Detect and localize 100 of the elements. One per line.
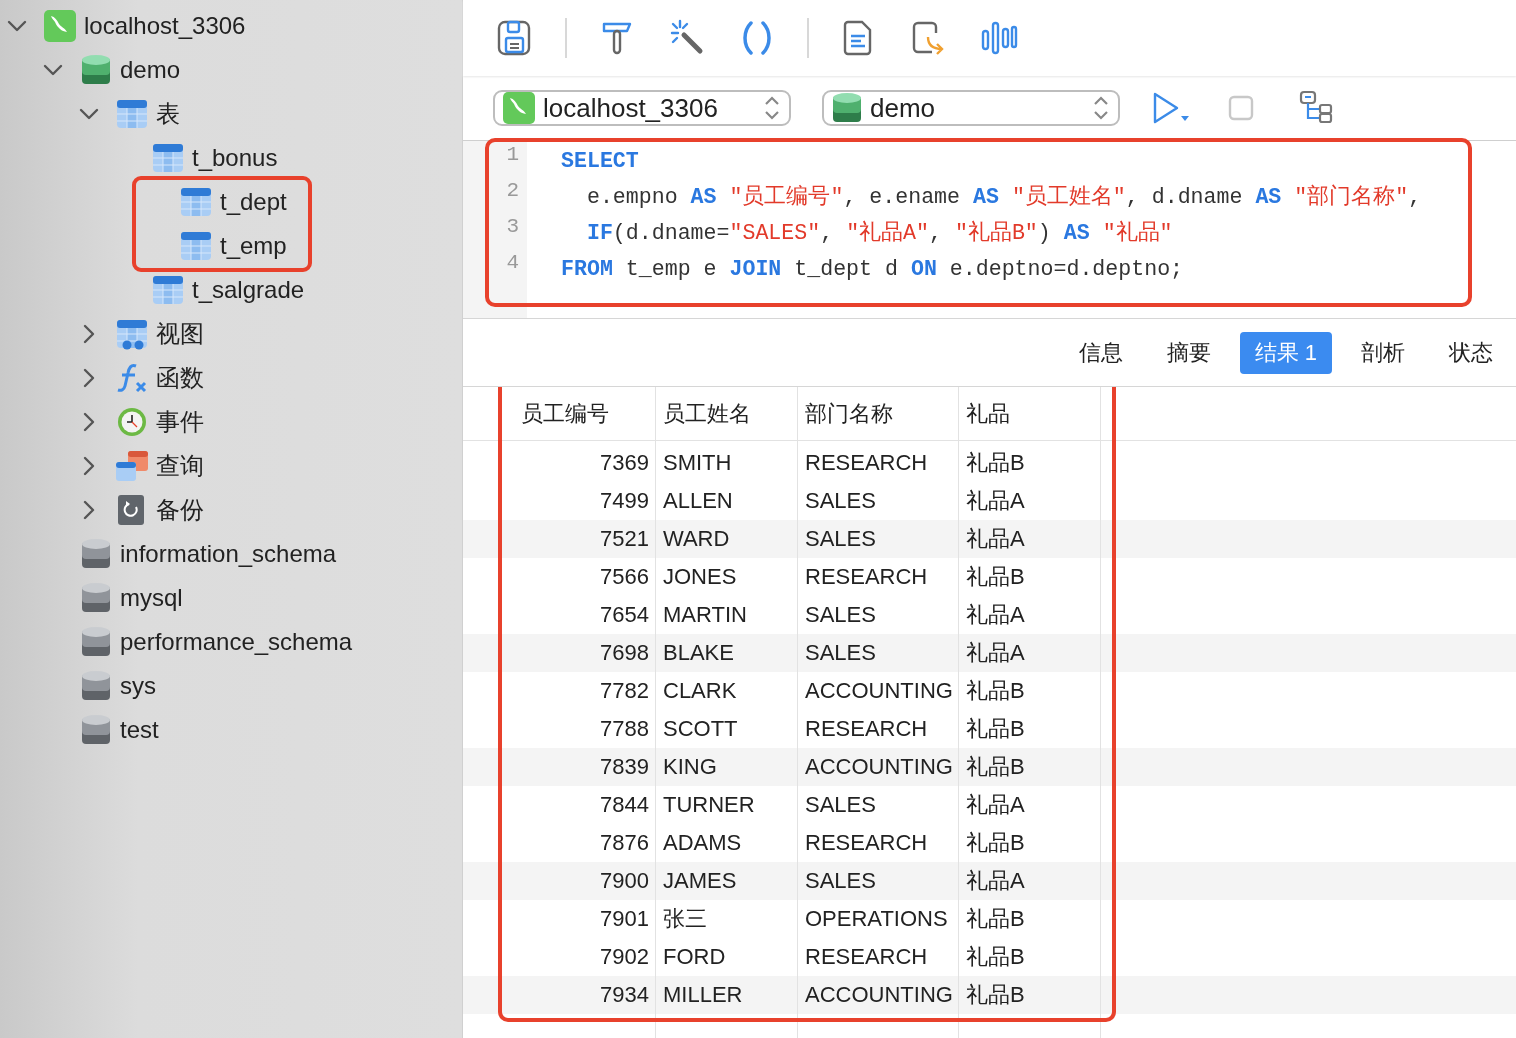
table-cell-text: 7369 bbox=[599, 450, 650, 476]
backup-icon bbox=[118, 494, 146, 526]
tree-item[interactable]: sys bbox=[0, 664, 462, 708]
table-cell-text: 7654 bbox=[599, 602, 650, 628]
table-cell-text: SALES bbox=[804, 640, 877, 666]
result-tab[interactable]: 剖析 bbox=[1346, 331, 1420, 374]
table-cell-text: ACCOUNTING bbox=[804, 678, 954, 704]
table-cell-text: SALES bbox=[804, 602, 877, 628]
bar-chart-icon bbox=[980, 19, 1018, 57]
code-line: e.empno AS "员工编号", e.ename AS "员工姓名", d.dname AS "部门名称", bbox=[585, 183, 1422, 211]
line-number: 2 bbox=[505, 179, 520, 204]
tree-item[interactable]: 表 bbox=[0, 92, 462, 136]
table-cell-text: ACCOUNTING bbox=[804, 982, 954, 1008]
table-cell-text: 礼品B bbox=[965, 677, 1026, 705]
table-cell-text: WARD bbox=[662, 526, 731, 552]
table-cell-text: 礼品B bbox=[965, 943, 1026, 971]
table-cell-text: 7521 bbox=[599, 526, 650, 552]
table-cell-text: 7901 bbox=[599, 906, 650, 932]
tree-item[interactable]: localhost_3306 bbox=[0, 4, 462, 48]
line-number: 4 bbox=[505, 251, 520, 276]
table-cell-text: RESEARCH bbox=[804, 450, 929, 476]
table-cell-text: 7698 bbox=[599, 640, 650, 666]
table-cell-text: 礼品B bbox=[965, 981, 1026, 1009]
column-header[interactable]: 礼品 bbox=[959, 398, 1101, 429]
table-cell-text: SALES bbox=[804, 792, 877, 818]
tree-item[interactable]: t_emp bbox=[136, 224, 308, 268]
table-cell-text: 礼品B bbox=[965, 905, 1026, 933]
table-cell-text: RESEARCH bbox=[804, 944, 929, 970]
table-cell-text: 7839 bbox=[599, 754, 650, 780]
table-cell-text: CLARK bbox=[662, 678, 738, 704]
table-cell-text: RESEARCH bbox=[804, 716, 929, 742]
code-line: IF(d.dname="SALES", "礼品A", "礼品B") AS "礼品" bbox=[585, 219, 1174, 247]
column-header[interactable]: 部门名称 bbox=[798, 398, 959, 429]
table-cell-text: 7902 bbox=[599, 944, 650, 970]
result-tab[interactable]: 摘要 bbox=[1151, 331, 1226, 374]
table-cell-text: SCOTT bbox=[662, 716, 739, 742]
table-cell-text: SALES bbox=[804, 526, 877, 552]
tables-stack-icon bbox=[116, 450, 148, 482]
table-cell-text: TURNER bbox=[662, 792, 756, 818]
table-cell-text: SALES bbox=[804, 868, 877, 894]
tree-item[interactable]: information_schema bbox=[0, 532, 462, 576]
table-icon bbox=[152, 274, 184, 306]
table-cell-text: 礼品A bbox=[965, 639, 1026, 667]
table-cell-text: ALLEN bbox=[662, 488, 734, 514]
tree-item[interactable]: 视图 bbox=[0, 312, 462, 356]
code-line: FROM t_emp e JOIN t_dept d ON e.deptno=d.deptno; bbox=[561, 256, 1185, 283]
table-cell-text: 张三 bbox=[662, 905, 708, 933]
table-cell-text: 礼品B bbox=[965, 449, 1026, 477]
table-cell-text: 7788 bbox=[599, 716, 650, 742]
table-cell-text: MARTIN bbox=[662, 602, 748, 628]
table-cell-text: OPERATIONS bbox=[804, 906, 949, 932]
table-cell-text: 礼品A bbox=[965, 601, 1026, 629]
result-tab[interactable]: 信息 bbox=[1063, 331, 1138, 374]
column-header[interactable]: 员工编号 bbox=[503, 398, 656, 429]
code-line: SELECT bbox=[561, 148, 640, 175]
line-number: 3 bbox=[505, 215, 520, 240]
table-cell-text: 礼品A bbox=[965, 487, 1026, 515]
tree-item[interactable]: 备份 bbox=[0, 488, 462, 532]
table-cell-text: 礼品A bbox=[965, 867, 1026, 895]
tree-item[interactable]: t_dept bbox=[136, 180, 308, 224]
tree-item[interactable]: t_salgrade bbox=[0, 268, 462, 312]
table-cell-text: 礼品A bbox=[965, 791, 1026, 819]
table-cell-text: 7900 bbox=[599, 868, 650, 894]
table-cell-text: SMITH bbox=[662, 450, 733, 476]
tree-item[interactable]: mysql bbox=[0, 576, 462, 620]
table-cell-text: 7499 bbox=[599, 488, 650, 514]
table-icon bbox=[180, 186, 212, 218]
table-cell-text: JONES bbox=[662, 564, 738, 590]
table-cell-text: JAMES bbox=[662, 868, 738, 894]
table-cell-text: 7566 bbox=[599, 564, 650, 590]
database-select[interactable]: demo bbox=[822, 90, 1120, 126]
table-cell-text: 礼品B bbox=[965, 753, 1026, 781]
tree-item[interactable]: performance_schema bbox=[0, 620, 462, 664]
table-cell-text: 礼品B bbox=[965, 563, 1026, 591]
tree-item[interactable]: demo bbox=[0, 48, 462, 92]
connection-select[interactable]: localhost_3306 bbox=[493, 90, 791, 126]
tree-item[interactable]: t_bonus bbox=[0, 136, 462, 180]
table-icon bbox=[152, 142, 184, 174]
tree-diagram-icon bbox=[1299, 90, 1335, 126]
tree-item[interactable]: 事件 bbox=[0, 400, 462, 444]
table-icon bbox=[116, 98, 148, 130]
tree-item[interactable]: 函数 bbox=[0, 356, 462, 400]
table-cell-text: KING bbox=[662, 754, 718, 780]
up-down-icon bbox=[763, 94, 781, 122]
column-header[interactable]: 员工姓名 bbox=[656, 398, 798, 429]
run-icon bbox=[1151, 90, 1191, 126]
table-cell-text: 7934 bbox=[599, 982, 650, 1008]
line-number: 1 bbox=[505, 143, 520, 168]
table-cell-text: 7782 bbox=[599, 678, 650, 704]
table-cell-text: 7876 bbox=[599, 830, 650, 856]
table-cell-text: SALES bbox=[804, 488, 877, 514]
tree-item[interactable]: 查询 bbox=[0, 444, 462, 488]
table-cell-text: MILLER bbox=[662, 982, 744, 1008]
table-cell-text: 礼品A bbox=[965, 525, 1026, 553]
table-cell-text: 7844 bbox=[599, 792, 650, 818]
table-view-icon bbox=[116, 318, 148, 350]
table-cell-text: ACCOUNTING bbox=[804, 754, 954, 780]
function-icon bbox=[116, 362, 148, 394]
result-tab[interactable]: 状态 bbox=[1434, 331, 1508, 374]
tree-item[interactable]: test bbox=[0, 708, 462, 752]
